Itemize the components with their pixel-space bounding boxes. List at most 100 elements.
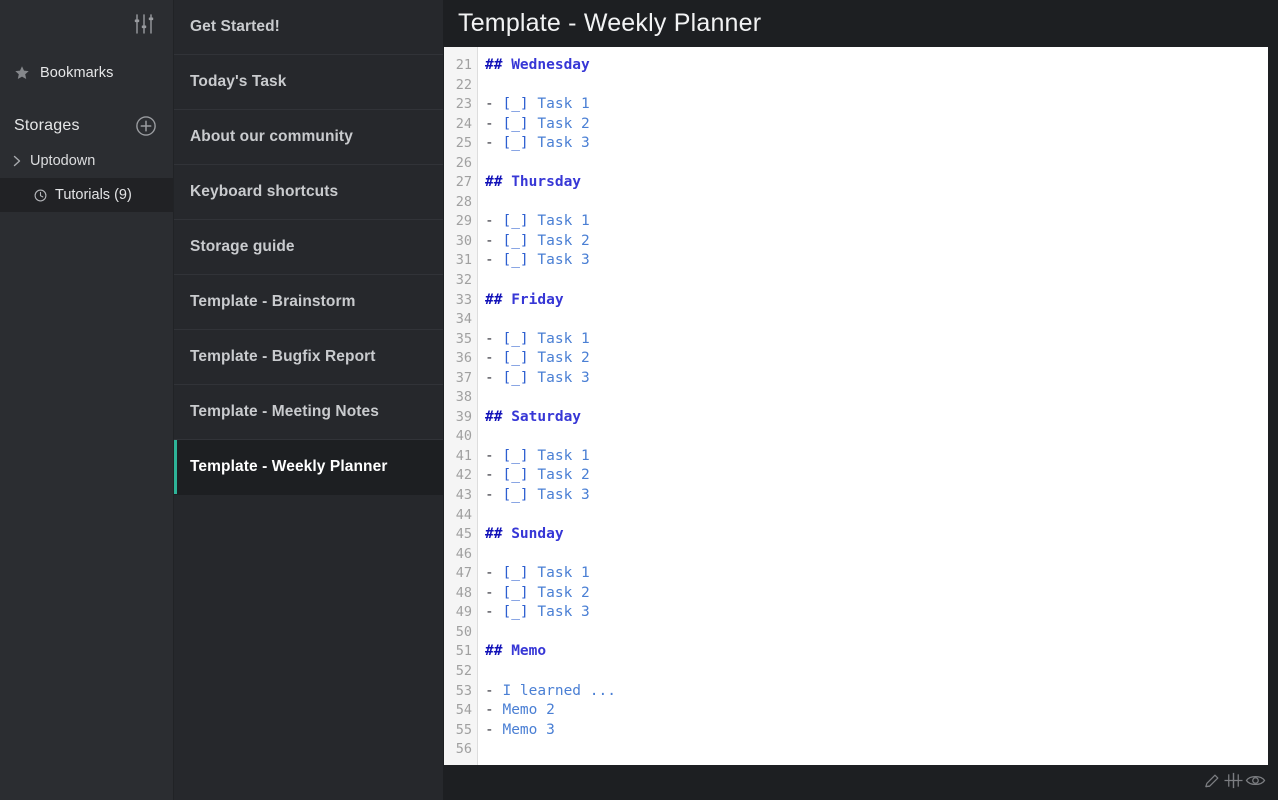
editor-line[interactable]: - [_] Task 3 [485, 369, 1268, 389]
editor-token: - [485, 213, 503, 230]
editor-token: - [485, 330, 503, 347]
editor-token: [_] [502, 565, 538, 582]
editor-line[interactable] [485, 545, 1268, 565]
editor-token: - [485, 682, 503, 699]
sidebar-item-uptodown[interactable]: Uptodown [0, 144, 173, 178]
line-number: 28 [455, 193, 472, 210]
editor-token: - [485, 115, 503, 132]
editor-token: Task 3 [537, 252, 590, 269]
editor-token: Task 2 [537, 467, 590, 484]
editor-line[interactable]: ## Sunday [485, 525, 1268, 545]
editor-line[interactable] [485, 623, 1268, 643]
line-number: 50 [455, 623, 472, 640]
editor-line[interactable]: - [_] Task 1 [485, 212, 1268, 232]
editor-line[interactable]: - [_] Task 2 [485, 232, 1268, 252]
note-list-item[interactable]: Template - Meeting Notes [174, 385, 443, 440]
note-list-item[interactable]: Template - Bugfix Report [174, 330, 443, 385]
editor-line[interactable]: ## Saturday [485, 408, 1268, 428]
editor-token: - [485, 369, 503, 386]
editor-token: Task 1 [537, 213, 590, 230]
editor-token: - [485, 467, 503, 484]
editor-line[interactable]: - [_] Task 2 [485, 466, 1268, 486]
editor-line[interactable]: - [_] Task 1 [485, 330, 1268, 350]
note-list[interactable]: Get Started! Today's Task About our commun… [174, 0, 444, 800]
editor-line[interactable] [485, 310, 1268, 330]
sliders-icon[interactable] [133, 13, 155, 35]
editor-line[interactable] [485, 388, 1268, 408]
editor-line[interactable]: - [_] Task 2 [485, 349, 1268, 369]
pencil-icon[interactable] [1203, 771, 1222, 795]
markdown-editor[interactable]: 21 22 23 24 25 26 27 28 29 30 31 32 33 34 35 36 37 38 39 40… [444, 47, 1268, 765]
status-bar [444, 765, 1278, 800]
editor-line[interactable]: - [_] Task 1 [485, 447, 1268, 467]
note-list-item[interactable]: Template - Weekly Planner [174, 440, 443, 495]
editor-line[interactable]: - [_] Task 2 [485, 115, 1268, 135]
editor-line[interactable]: - [_] Task 1 [485, 564, 1268, 584]
editor-text-area[interactable]: ## Wednesday - [_] Task 1- [_] Task 2- [… [478, 47, 1268, 765]
note-list-item-label: Template - Weekly Planner [190, 458, 388, 475]
note-list-item[interactable]: About our community [174, 110, 443, 165]
editor-token: Memo 2 [502, 702, 555, 719]
editor-line[interactable] [485, 506, 1268, 526]
sidebar-bookmarks-label: Bookmarks [40, 65, 114, 81]
editor-line[interactable] [485, 193, 1268, 213]
editor-line[interactable] [485, 427, 1268, 447]
note-list-item[interactable]: Storage guide [174, 220, 443, 275]
sidebar-storages-header: Storages [0, 108, 173, 144]
editor-line[interactable]: ## Thursday [485, 173, 1268, 193]
note-list-item[interactable]: Template - Brainstorm [174, 275, 443, 330]
sidebar-item-tutorials[interactable]: Tutorials (9) [0, 178, 173, 212]
editor-token: - [485, 135, 503, 152]
editor-token: Task 1 [537, 447, 590, 464]
split-view-icon[interactable] [1223, 771, 1244, 795]
editor-line[interactable]: - Memo 2 [485, 701, 1268, 721]
editor-token: [_] [502, 604, 538, 621]
editor-line[interactable]: - [_] Task 3 [485, 603, 1268, 623]
line-number: 30 [455, 232, 472, 249]
editor-token: Memo [511, 643, 547, 660]
note-list-item[interactable]: Get Started! [174, 0, 443, 55]
note-list-item[interactable]: Keyboard shortcuts [174, 165, 443, 220]
editor-line[interactable]: ## Memo [485, 642, 1268, 662]
editor-line[interactable]: - [_] Task 3 [485, 134, 1268, 154]
editor-token: Sunday [511, 526, 564, 543]
editor-line[interactable] [485, 662, 1268, 682]
note-list-item-label: Template - Bugfix Report [190, 348, 376, 365]
sidebar-storages-label: Storages [14, 117, 80, 134]
editor-token: - [485, 252, 503, 269]
editor-token: Task 3 [537, 604, 590, 621]
editor-token: [_] [502, 369, 538, 386]
note-list-item[interactable]: Today's Task [174, 55, 443, 110]
editor-line[interactable]: - [_] Task 1 [485, 95, 1268, 115]
editor-line[interactable]: - [_] Task 2 [485, 584, 1268, 604]
editor-line[interactable] [485, 76, 1268, 96]
editor-line[interactable] [485, 271, 1268, 291]
page-title: Template - Weekly Planner [458, 9, 762, 37]
editor-line[interactable]: ## Friday [485, 291, 1268, 311]
editor-token: Task 2 [537, 350, 590, 367]
sidebar-item-bookmarks[interactable]: Bookmarks [0, 56, 173, 90]
chevron-right-icon[interactable] [10, 154, 24, 168]
editor-line[interactable]: - I learned ... [485, 682, 1268, 702]
editor-line[interactable]: - Memo 3 [485, 721, 1268, 741]
line-number: 34 [455, 311, 472, 328]
editor-token: [_] [502, 252, 538, 269]
editor-line[interactable]: - [_] Task 3 [485, 251, 1268, 271]
editor-token: Task 2 [537, 584, 590, 601]
line-number: 56 [455, 741, 472, 758]
plus-circle-icon[interactable] [135, 115, 157, 137]
editor-token: [_] [502, 467, 538, 484]
editor-token: Memo 3 [502, 721, 555, 738]
line-number: 41 [455, 447, 472, 464]
editor-token: - [485, 702, 503, 719]
line-number: 47 [455, 565, 472, 582]
sidebar-item-uptodown-label: Uptodown [30, 153, 96, 169]
editor-token: ## [485, 291, 512, 308]
editor-line[interactable] [485, 154, 1268, 174]
editor-line[interactable] [485, 740, 1268, 760]
editor-token: - [485, 96, 503, 113]
eye-icon[interactable] [1245, 771, 1266, 795]
editor-line[interactable]: ## Wednesday [485, 56, 1268, 76]
line-number-gutter: 21 22 23 24 25 26 27 28 29 30 31 32 33 34 35 36 37 38 39 40… [444, 47, 478, 765]
editor-line[interactable]: - [_] Task 3 [485, 486, 1268, 506]
